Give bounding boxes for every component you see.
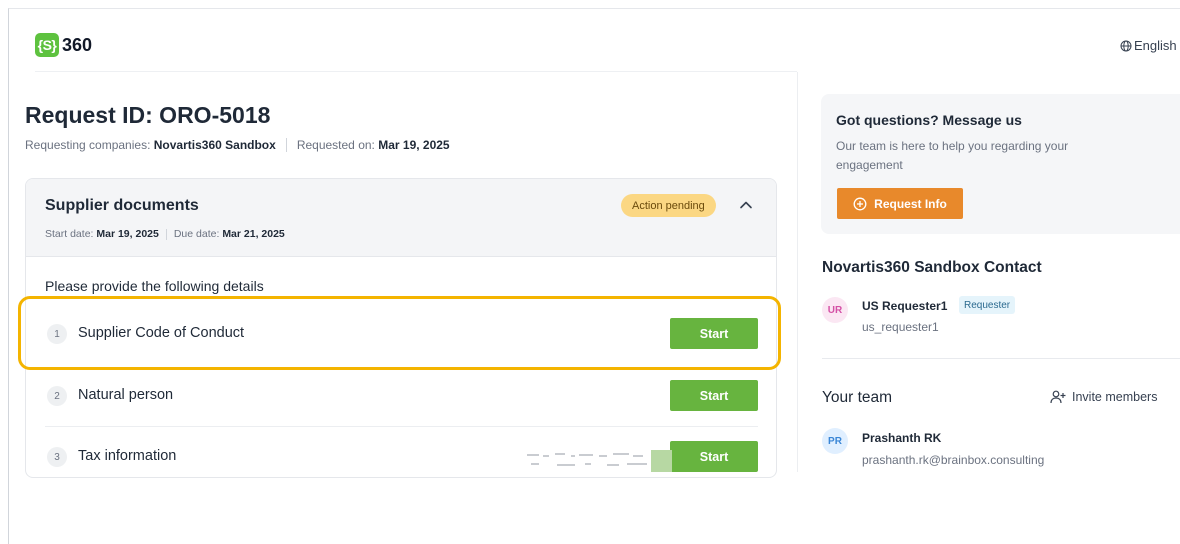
invite-members-button[interactable]: Invite members [1050,390,1157,404]
contact-title: Novartis360 Sandbox Contact [822,259,1042,276]
section-dates: Start date: Mar 19, 2025 Due date: Mar 2… [45,228,285,240]
help-title: Got questions? Message us [836,112,1022,128]
column-divider [797,72,798,472]
avatar: UR [822,297,848,323]
companies-value: Novartis360 Sandbox [153,138,276,152]
item-label: Natural person [78,387,174,403]
requested-label: Requested on: [296,138,375,152]
contact-username: us_requester1 [862,320,939,334]
request-info-button[interactable]: Request Info [837,188,963,219]
right-divider [822,358,1180,359]
highlight-outline [18,296,781,370]
status-badge: Action pending [621,194,716,217]
requested-value: Mar 19, 2025 [378,138,450,152]
globe-icon [1120,40,1132,51]
avatar: PR [822,428,848,454]
chevron-up-icon[interactable] [738,197,754,213]
item-number: 2 [47,386,67,406]
invite-label: Invite members [1072,390,1158,404]
section-title: Supplier documents [45,197,199,214]
redacted-marks [527,450,672,472]
logo-text: 360 [62,34,93,55]
contact-name: US Requester1 [862,299,948,313]
header-divider [35,71,797,72]
language-selector[interactable]: English [1120,38,1177,53]
list-item: 2 Natural person Start [26,367,776,425]
help-text: Our team is here to help you regarding y… [836,139,1069,172]
member-name: Prashanth RK [862,431,942,445]
card-header[interactable]: Supplier documents Start date: Mar 19, 2… [26,179,776,257]
start-button[interactable]: Start [670,441,758,472]
page-title: Request ID: ORO-5018 [25,102,271,128]
companies-label: Requesting companies: [25,138,151,152]
start-date-value: Mar 19, 2025 [96,228,159,240]
item-number: 3 [47,447,67,467]
role-badge: Requester [959,296,1016,314]
date-separator [165,228,167,240]
plus-circle-icon [853,197,867,210]
meta-separator [285,138,287,152]
logo-badge: {S} [35,33,59,57]
team-title: Your team [822,389,893,406]
request-meta: Requesting companies: Novartis360 Sandbo… [25,138,450,152]
language-label: English [1134,38,1177,53]
due-date-value: Mar 21, 2025 [222,228,285,240]
request-info-label: Request Info [874,196,947,211]
start-date-label: Start date: [45,228,94,240]
add-user-icon [1050,390,1066,404]
instructions-text: Please provide the following details [45,278,264,294]
item-label: Tax information [78,448,177,464]
member-email: prashanth.rk@brainbox.consulting [862,453,1045,467]
help-panel: Got questions? Message us Our team is he… [821,94,1180,234]
app-logo[interactable]: {S} 360 [35,33,92,57]
start-button[interactable]: Start [670,380,758,411]
due-date-label: Due date: [173,228,220,240]
